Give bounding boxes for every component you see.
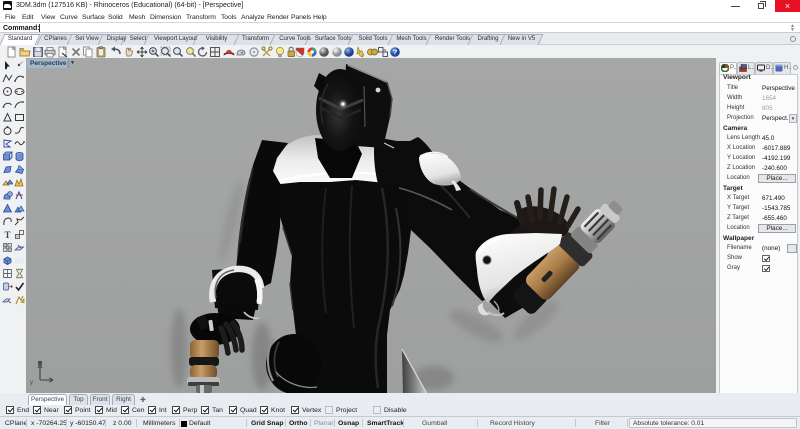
svg-text:T: T [4,230,10,240]
svg-text:?: ? [393,48,398,57]
svg-text:y: y [30,380,33,386]
svg-text:88: 88 [15,257,24,266]
